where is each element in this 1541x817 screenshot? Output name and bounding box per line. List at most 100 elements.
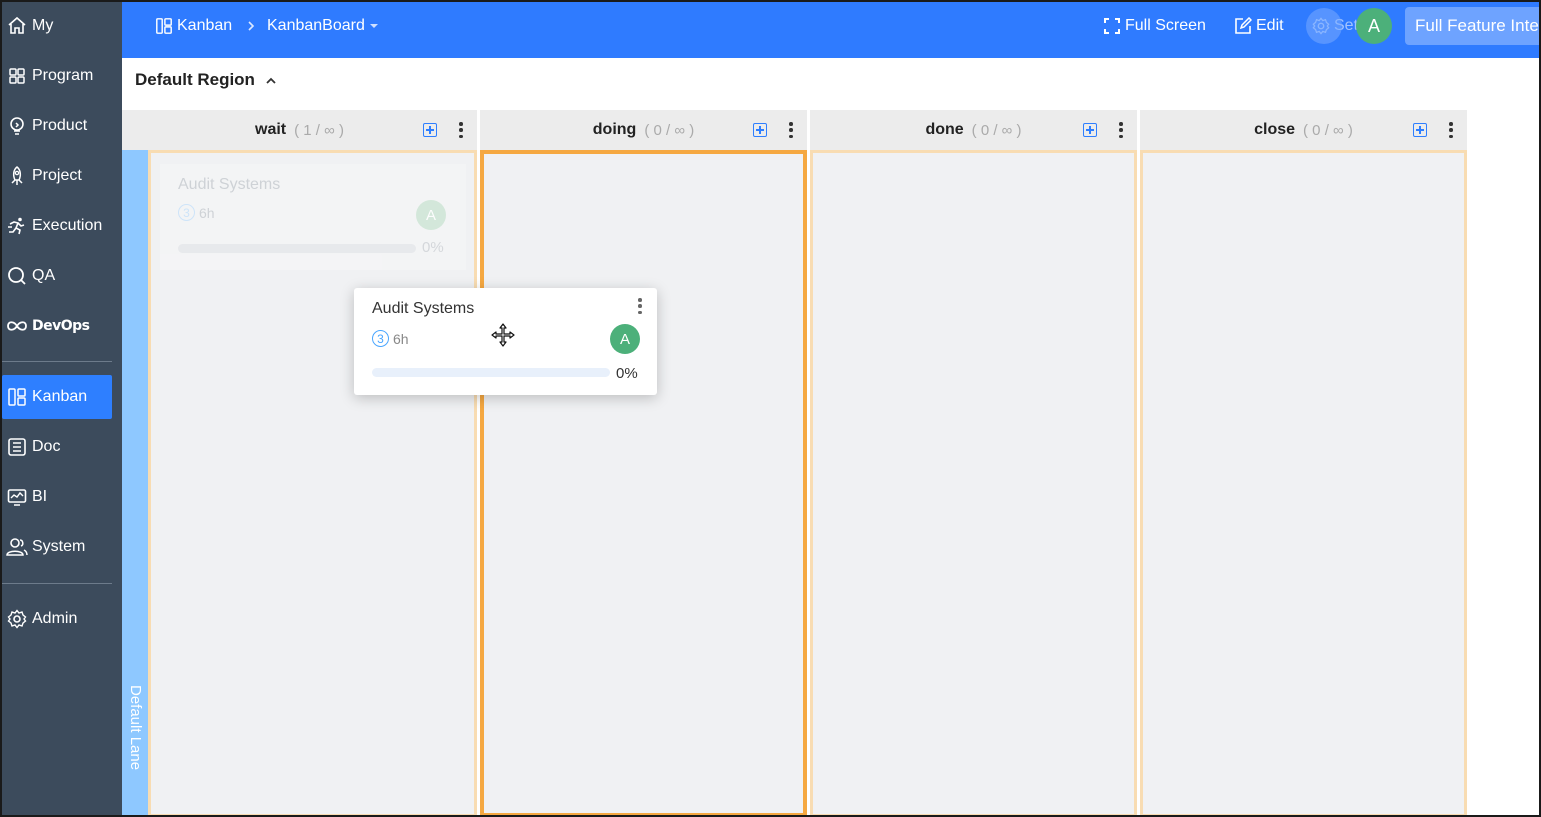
column-wip-limit: ( 0 / ∞ ) [971,121,1022,139]
breadcrumb-current-label: KanbanBoard [267,17,365,34]
column-header-done: done ( 0 / ∞ ) [810,110,1137,150]
sidebar-item-label: DevOps [32,318,90,334]
priority-badge: 3 [178,204,195,221]
add-card-icon[interactable] [753,123,767,137]
caret-down-icon [369,23,379,29]
sidebar-item-label: QA [32,267,56,284]
edit-button[interactable]: Edit [1234,0,1284,52]
column-body-done[interactable] [810,150,1137,817]
progress-text: 0% [616,365,638,382]
search-icon [6,265,28,287]
card-placeholder: Audit Systems 3 6h A 0% [160,164,466,270]
sidebar-item-program[interactable]: Program [2,54,112,98]
edit-label: Edit [1256,17,1284,34]
column-wip-limit: ( 1 / ∞ ) [294,121,344,139]
sidebar-item-label: Kanban [32,388,88,405]
bulb-icon [6,115,28,137]
sidebar: My Program Product Project Execution QA [0,0,122,817]
sidebar-item-bi[interactable]: BI [2,475,112,519]
kanban-icon [155,17,173,35]
column-wip-limit: ( 0 / ∞ ) [644,121,695,139]
sidebar-item-devops[interactable]: DevOps [2,304,112,348]
breadcrumb-board-switcher[interactable]: KanbanBoard [267,0,379,52]
progress-text: 0% [422,239,444,256]
sidebar-item-system[interactable]: System [2,525,112,569]
card-estimate: 3 6h [178,204,215,221]
estimate-value: 6h [393,330,409,347]
fullscreen-icon [1103,17,1121,35]
sidebar-item-label: Project [32,167,82,184]
sidebar-item-label: Execution [32,217,103,234]
sidebar-item-doc[interactable]: Doc [2,425,112,469]
breadcrumb-root-label: Kanban [177,17,233,34]
estimate-value: 6h [199,204,215,221]
column-header-wait: wait ( 1 / ∞ ) [122,110,477,150]
column-body-doing[interactable] [480,150,807,817]
region-title: Default Region [135,70,255,89]
lane-header[interactable]: Default Lane [122,150,148,817]
sidebar-divider [2,583,112,584]
move-cursor-icon [491,323,515,347]
add-card-icon[interactable] [423,123,437,137]
runner-icon [6,215,28,237]
column-name: wait [255,121,287,138]
column-menu-icon[interactable] [1449,122,1453,138]
priority-badge: 3 [372,330,389,347]
add-card-icon[interactable] [1083,123,1097,137]
column-header-doing: doing ( 0 / ∞ ) [480,110,807,150]
top-header: Kanban KanbanBoard Full Screen Edit Sett… [122,0,1541,58]
region-toggle[interactable]: Default Region [135,70,277,90]
column-name: doing [592,121,637,138]
sidebar-item-admin[interactable]: Admin [2,597,112,641]
assignee-avatar: A [416,200,446,230]
card-estimate: 3 6h [372,330,409,347]
assignee-avatar[interactable]: A [610,324,640,354]
edit-icon [1234,17,1252,35]
column-wip-limit: ( 0 / ∞ ) [1303,121,1353,139]
column-name: done [925,121,964,138]
sidebar-item-label: Doc [32,438,61,455]
sidebar-item-execution[interactable]: Execution [2,204,112,248]
breadcrumb-kanban[interactable]: Kanban [155,0,232,52]
gear-icon [6,608,28,630]
add-card-icon[interactable] [1413,123,1427,137]
column-header-close: close ( 0 / ∞ ) [1140,110,1467,150]
sidebar-divider [2,361,112,362]
sidebar-item-project[interactable]: Project [2,154,112,198]
sidebar-item-product[interactable]: Product [2,104,112,148]
sidebar-item-label: Admin [32,610,78,627]
user-avatar[interactable]: A [1356,8,1392,44]
settings-hover-halo [1306,8,1342,44]
users-icon [6,536,28,558]
column-menu-icon[interactable] [1119,122,1123,138]
sidebar-item-label: Program [32,67,94,84]
card-menu-icon[interactable] [638,298,642,314]
progress-bar [178,244,416,253]
fullscreen-label: Full Screen [1125,17,1206,34]
chevron-up-icon [265,76,277,84]
card-title: Audit Systems [372,300,475,317]
chevron-right-icon [246,0,256,52]
full-feature-button[interactable]: Full Feature Inte [1405,7,1541,45]
sidebar-item-label: My [32,17,54,34]
sidebar-item-qa[interactable]: QA [2,254,112,298]
grid-icon [6,65,28,87]
card-title: Audit Systems [178,176,281,193]
infinity-icon [6,315,28,337]
sidebar-item-my[interactable]: My [2,4,112,48]
document-icon [6,436,28,458]
column-menu-icon[interactable] [459,122,463,138]
column-body-close[interactable] [1140,150,1467,817]
sidebar-item-label: Product [32,117,88,134]
lane-name: Default Lane [127,685,144,771]
monitor-icon [6,486,28,508]
home-icon [6,15,28,37]
rocket-icon [6,165,28,187]
sidebar-item-kanban[interactable]: Kanban [2,375,112,419]
column-name: close [1254,121,1296,138]
fullscreen-button[interactable]: Full Screen [1103,0,1206,52]
kanban-icon [6,386,28,408]
column-menu-icon[interactable] [789,122,793,138]
progress-bar [372,368,610,377]
sidebar-item-label: System [32,538,86,555]
